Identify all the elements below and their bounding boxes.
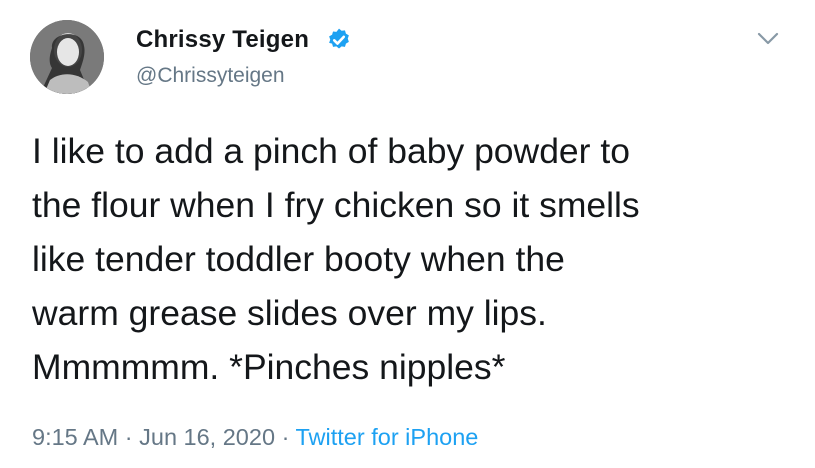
meta-separator: ·: [281, 424, 290, 450]
user-handle[interactable]: @Chrissyteigen: [136, 64, 285, 88]
verified-badge-icon: [326, 27, 352, 53]
tweet-card[interactable]: Chrissy Teigen @Chrissyteigen I like to …: [0, 0, 815, 468]
tweet-source-link[interactable]: Twitter for iPhone: [296, 424, 479, 450]
chevron-down-icon[interactable]: [757, 32, 779, 46]
meta-separator: ·: [124, 424, 133, 450]
avatar-image: [30, 20, 104, 94]
avatar[interactable]: [30, 20, 104, 94]
tweet-text: I like to add a pinch of baby powder to …: [32, 131, 640, 387]
tweet-date[interactable]: Jun 16, 2020: [139, 424, 275, 450]
tweet-time[interactable]: 9:15 AM: [32, 424, 118, 450]
display-name[interactable]: Chrissy Teigen: [136, 26, 309, 54]
tweet-metadata: 9:15 AM · Jun 16, 2020 · Twitter for iPh…: [32, 424, 478, 451]
